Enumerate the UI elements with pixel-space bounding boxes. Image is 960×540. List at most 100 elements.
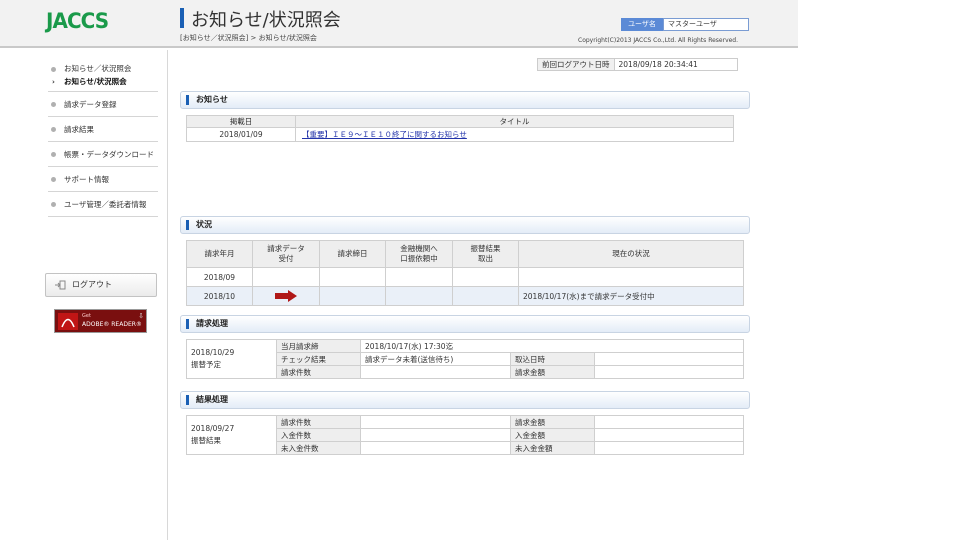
- result-billing-amount: [594, 415, 744, 429]
- notice-date: 2018/01/09: [186, 127, 296, 142]
- user-info: ユーザ名 マスターユーザ: [621, 18, 749, 31]
- sidebar-item-label: お知らせ／状況照会: [64, 64, 132, 73]
- adobe-reader-text: ADOBE® READER®: [82, 321, 142, 328]
- header-line: 取出: [478, 254, 493, 263]
- table-row: 2018/09: [186, 267, 744, 287]
- jaccs-logo[interactable]: JACCS: [46, 9, 109, 33]
- sidebar: お知らせ／状況照会 › お知らせ/状況照会 請求データ登録 請求結果 帳票・デー…: [0, 50, 168, 540]
- status-cell: [319, 267, 386, 287]
- acrobat-icon: [61, 318, 75, 328]
- section-billing: 請求処理: [180, 315, 750, 333]
- adobe-get-text: Get: [82, 313, 91, 319]
- result-unpaid-amount: [594, 441, 744, 455]
- result-paid-amount: [594, 428, 744, 442]
- label-unpaid-count: 未入金件数: [276, 441, 361, 455]
- status-month: 2018/09: [186, 267, 253, 287]
- header-line: 口振依頼中: [400, 254, 438, 263]
- logout-label: ログアウト: [72, 280, 112, 289]
- page-title: お知らせ/状況照会: [191, 10, 341, 31]
- table-row: 2018/10/29 振替予定 当月請求締 2018/10/17(水) 17:3…: [186, 339, 744, 379]
- result-paid-count: [360, 428, 511, 442]
- status-cell: [252, 286, 320, 306]
- header-line: 振替結果: [470, 244, 501, 253]
- label-unpaid-amount: 未入金金額: [510, 441, 595, 455]
- label-paid-count: 入金件数: [276, 428, 361, 442]
- table-row: 2018/01/09 【重要】ＩＥ９～ＩＥ１０終了に関するお知らせ: [186, 127, 734, 142]
- download-icon: ⇩: [138, 312, 144, 320]
- column-header-transfer-result: 振替結果 取出: [452, 240, 519, 268]
- column-header-data-received: 請求データ 受付: [252, 240, 320, 268]
- copyright: Copyright(C)2013 JACCS Co.,Ltd. All Righ…: [578, 37, 739, 44]
- column-header-current-status: 現在の状況: [518, 240, 744, 268]
- header: JACCS お知らせ/状況照会 [お知らせ／状況照会] > お知らせ/状況照会 …: [0, 0, 798, 48]
- label-billing-amount: 請求金額: [510, 415, 595, 429]
- status-cell: [452, 267, 519, 287]
- billing-count: [360, 365, 511, 379]
- label-check-result: チェック結果: [276, 352, 361, 366]
- column-header-bank-request: 金融機関へ 口振依頼中: [385, 240, 453, 268]
- sidebar-item-billing-register[interactable]: 請求データ登録: [48, 92, 158, 117]
- status-cell: [319, 286, 386, 306]
- sidebar-item-user-management[interactable]: ユーザ管理／委託者情報: [48, 192, 158, 217]
- result-billing-count: [360, 415, 511, 429]
- status-current: [518, 267, 744, 287]
- label-import-datetime: 取込日時: [510, 352, 595, 366]
- status-month: 2018/10: [186, 286, 253, 306]
- status-cell: [385, 286, 453, 306]
- billing-date: 2018/10/29: [191, 348, 235, 357]
- column-header-title: タイトル: [295, 115, 734, 128]
- result-table: 2018/09/27 振替結果 請求件数 請求金額 入金件数 入金金額 未入金件…: [186, 415, 744, 455]
- sidebar-item-label: 帳票・データダウンロード: [64, 150, 154, 159]
- adobe-reader-banner[interactable]: Get ADOBE® READER® ⇩: [54, 309, 147, 333]
- bullet-icon: [51, 127, 56, 132]
- label-billing-count: 請求件数: [276, 365, 361, 379]
- status-current: 2018/10/17(水)まで請求データ受付中: [518, 286, 744, 306]
- status-cell: [452, 286, 519, 306]
- status-cell: [385, 267, 453, 287]
- billing-deadline: 2018/10/17(水) 17:30迄: [360, 339, 744, 353]
- section-result: 結果処理: [180, 391, 750, 409]
- header-line: 受付: [278, 254, 294, 263]
- sidebar-item-support[interactable]: サポート情報: [48, 167, 158, 192]
- notice-title-link[interactable]: 【重要】ＩＥ９～ＩＥ１０終了に関するお知らせ: [302, 130, 467, 139]
- label-billing-count: 請求件数: [276, 415, 361, 429]
- last-logout-box: 前回ログアウト日時 2018/09/18 20:34:41: [537, 58, 738, 71]
- user-name-label: ユーザ名: [621, 18, 663, 31]
- sidebar-item-label: 請求データ登録: [64, 100, 117, 109]
- sidebar-item-billing-result[interactable]: 請求結果: [48, 117, 158, 142]
- breadcrumb: [お知らせ／状況照会] > お知らせ/状況照会: [180, 34, 317, 42]
- sidebar-item-notice-status[interactable]: お知らせ／状況照会: [48, 62, 158, 76]
- billing-date-cell: 2018/10/29 振替予定: [186, 339, 277, 379]
- title-accent-bar: [180, 8, 184, 28]
- header-line: 請求データ: [267, 244, 305, 253]
- bullet-icon: [51, 67, 56, 72]
- table-header-row: 請求年月 請求データ 受付 請求締日 金融機関へ 口振依頼中 振替結果 取出 現…: [186, 240, 744, 268]
- result-unpaid-count: [360, 441, 511, 455]
- section-notice: お知らせ: [180, 91, 750, 109]
- sidebar-subitem-notice-status[interactable]: › お知らせ/状況照会: [48, 76, 158, 92]
- logout-button[interactable]: ログアウト: [45, 273, 157, 297]
- table-row: 2018/09/27 振替結果 請求件数 請求金額: [186, 415, 744, 455]
- bullet-icon: [51, 177, 56, 182]
- column-header-month: 請求年月: [186, 240, 253, 268]
- billing-date-sub: 振替予定: [191, 360, 221, 369]
- result-date: 2018/09/27: [191, 424, 235, 433]
- column-header-deadline: 請求締日: [319, 240, 386, 268]
- status-table: 請求年月 請求データ 受付 請求締日 金融機関へ 口振依頼中 振替結果 取出 現…: [186, 240, 744, 306]
- user-name-value: マスターユーザ: [663, 18, 749, 31]
- header-line: 金融機関へ: [400, 244, 438, 253]
- arrow-right-icon: ›: [52, 78, 55, 86]
- sidebar-item-label: サポート情報: [64, 175, 109, 184]
- table-header-row: 掲載日 タイトル: [186, 115, 734, 128]
- result-date-cell: 2018/09/27 振替結果: [186, 415, 277, 455]
- sidebar-item-label: 請求結果: [64, 125, 94, 134]
- sidebar-item-download[interactable]: 帳票・データダウンロード: [48, 142, 158, 167]
- label-paid-amount: 入金金額: [510, 428, 595, 442]
- logout-icon: [55, 280, 66, 290]
- billing-check-result: 請求データ未着(送信待ち): [360, 352, 511, 366]
- result-date-sub: 振替結果: [191, 436, 221, 445]
- billing-amount: [594, 365, 744, 379]
- notice-title-cell: 【重要】ＩＥ９～ＩＥ１０終了に関するお知らせ: [295, 127, 734, 142]
- section-status: 状況: [180, 216, 750, 234]
- bullet-icon: [51, 152, 56, 157]
